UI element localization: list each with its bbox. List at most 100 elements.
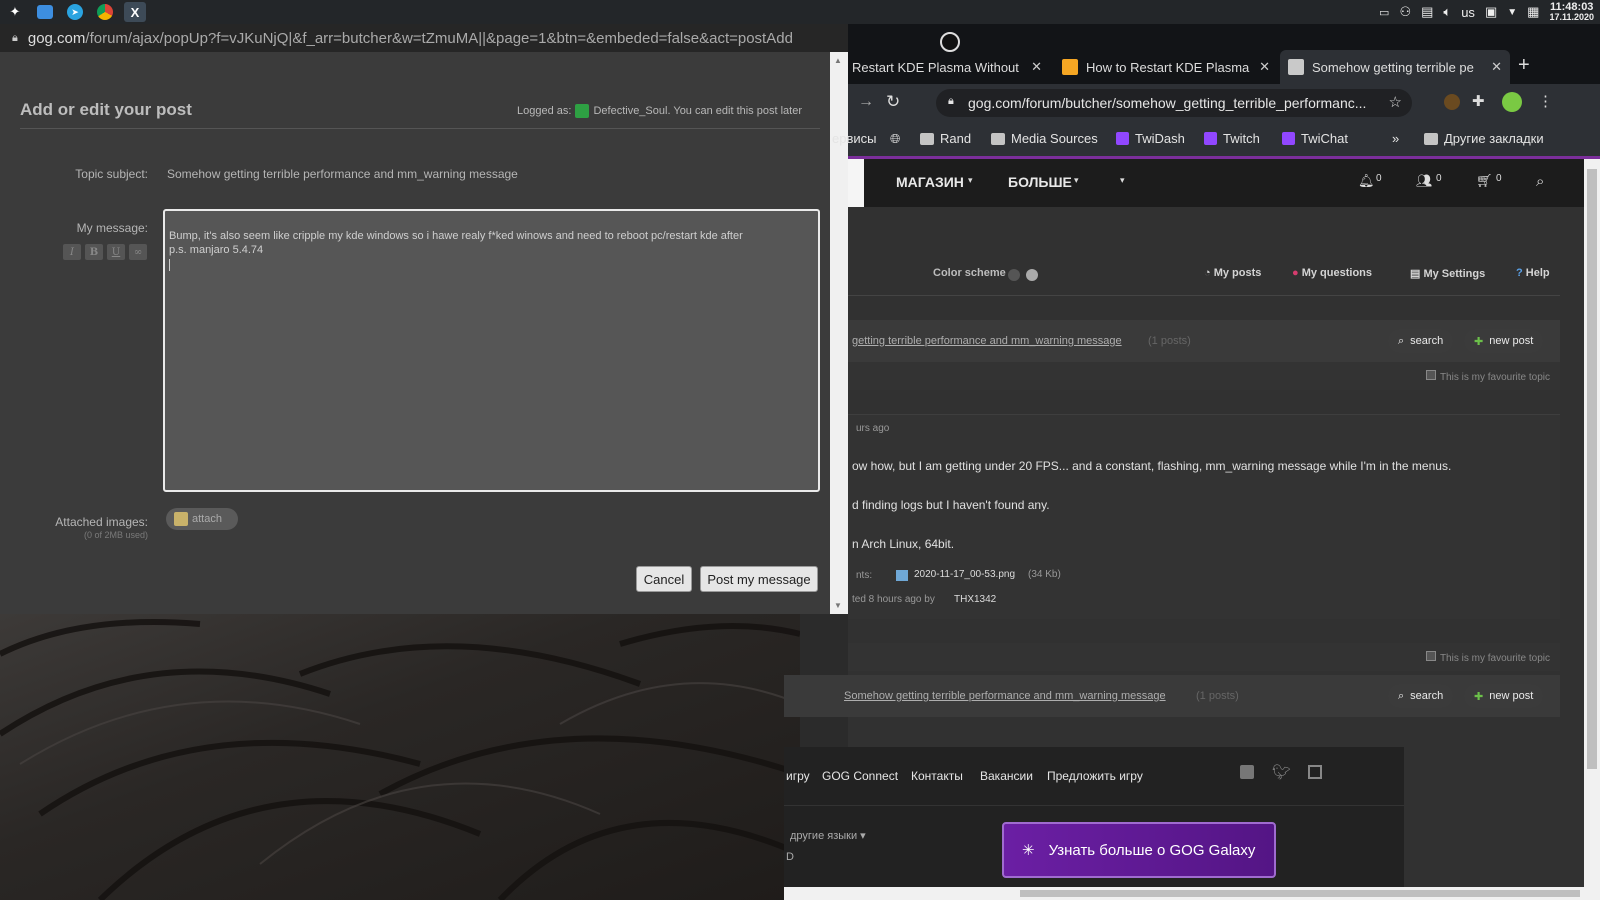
message-textarea[interactable]: Bump, it's also seem like cripple my kde… xyxy=(163,209,820,492)
bookmark-twitch[interactable]: Twitch xyxy=(1204,131,1260,146)
facebook-icon[interactable] xyxy=(1240,765,1254,779)
keyboard-layout[interactable]: us xyxy=(1461,5,1475,20)
twitter-icon[interactable]: 🐦︎ xyxy=(1272,763,1291,781)
footer-link[interactable]: игру xyxy=(786,769,810,783)
taskbar: ✦ ➤ X ▭ ⚇ ▤ 🔈︎ us ▣ ▼ ▦ 11:48:03 17.11.2… xyxy=(0,0,1600,24)
link-button[interactable]: ∞ xyxy=(129,244,147,260)
page-vertical-scrollbar[interactable] xyxy=(1584,159,1600,887)
my-settings-link[interactable]: ▤ My Settings xyxy=(1410,267,1485,280)
extension-icon-1[interactable] xyxy=(1444,94,1460,110)
popup-url-bar[interactable]: 🔒︎ gog.com/forum/ajax/popUp?f=vJKuNjQ|&f… xyxy=(0,24,848,52)
new-tab-button[interactable]: + xyxy=(1518,54,1530,77)
scroll-down-arrow[interactable]: ▼ xyxy=(834,601,842,610)
thread-title-link[interactable]: getting terrible performance and mm_warn… xyxy=(852,335,1122,347)
tab-restart-kde-1[interactable]: Restart KDE Plasma Without ✕ xyxy=(828,50,1050,84)
galaxy-button-label: Узнать больше о GOG Galaxy xyxy=(1048,841,1256,859)
favourite-topic-checkbox[interactable]: This is my favourite topic xyxy=(1425,370,1550,383)
bookmark-globe[interactable]: 🌐︎ xyxy=(890,131,900,147)
cart-icon[interactable]: 🛒︎ xyxy=(1476,173,1493,189)
color-scheme-light-toggle[interactable] xyxy=(1026,269,1038,281)
chevron-down-icon[interactable]: ▾ xyxy=(1120,175,1125,186)
footer-link-contacts[interactable]: Контакты xyxy=(911,769,963,783)
clipboard-icon[interactable]: ▤ xyxy=(1421,4,1433,20)
underline-button[interactable]: U xyxy=(107,244,125,260)
close-tab-icon[interactable]: ✕ xyxy=(1259,59,1270,75)
volume-icon[interactable]: 🔈︎ xyxy=(1443,4,1451,20)
bookmark-star-icon[interactable]: ☆ xyxy=(1389,93,1402,111)
file-manager-icon[interactable] xyxy=(37,5,53,19)
new-post-button[interactable]: ✚ new post xyxy=(1464,684,1544,708)
attached-images-label: Attached images: xyxy=(55,515,148,529)
thread-title-link[interactable]: Somehow getting terrible performance and… xyxy=(844,690,1166,702)
friends-icon[interactable]: 👥︎ xyxy=(1416,173,1433,189)
twitch-icon[interactable] xyxy=(1308,765,1322,779)
bold-button[interactable]: B xyxy=(85,244,103,260)
my-questions-link[interactable]: ● My questions xyxy=(1292,267,1372,279)
nav-store[interactable]: МАГАЗИН xyxy=(896,174,964,190)
x-app-icon[interactable]: X xyxy=(124,2,146,22)
bookmark-services[interactable]: ервисы xyxy=(832,131,876,146)
search-icon[interactable]: ⌕ xyxy=(1536,173,1544,190)
italic-button[interactable]: I xyxy=(63,244,81,260)
plus-icon: ✚ xyxy=(1474,690,1484,703)
search-button[interactable]: ⌕ search xyxy=(1388,329,1454,353)
menu-kebab-icon[interactable]: ⋮ xyxy=(1538,92,1553,110)
bookmark-label: TwiDash xyxy=(1135,131,1185,146)
divider xyxy=(20,128,820,129)
bookmark-rand[interactable]: Rand xyxy=(920,131,971,146)
bell-icon[interactable]: 🔔︎ xyxy=(1358,173,1375,189)
favourite-topic-checkbox[interactable]: This is my favourite topic xyxy=(1425,651,1550,664)
tab-label: Restart KDE Plasma Without xyxy=(852,59,1019,75)
my-posts-link[interactable]: ◔ My posts xyxy=(1204,267,1261,279)
user-switch-icon[interactable]: ⚇ xyxy=(1399,4,1411,20)
notif-count: 0 xyxy=(1376,173,1382,184)
thread-header-bottom: Somehow getting terrible performance and… xyxy=(784,675,1560,717)
profile-avatar[interactable] xyxy=(1502,92,1522,112)
cancel-button[interactable]: Cancel xyxy=(636,566,692,592)
help-icon: ? xyxy=(1516,267,1523,279)
new-post-button[interactable]: ✚ new post xyxy=(1464,329,1544,353)
gog-galaxy-button[interactable]: ✳ Узнать больше о GOG Galaxy xyxy=(1002,822,1276,878)
bookmark-other[interactable]: Другие закладки xyxy=(1424,131,1544,146)
favourite-row-top: This is my favourite topic xyxy=(848,362,1560,390)
bookmark-twichat[interactable]: TwiChat xyxy=(1282,131,1348,146)
forward-icon[interactable]: → xyxy=(858,93,874,111)
attachment-link[interactable]: 2020-11-17_00-53.png xyxy=(914,569,1015,580)
display-icon[interactable]: ▣ xyxy=(1485,4,1497,20)
post-message-button[interactable]: Post my message xyxy=(700,566,818,592)
close-tab-icon[interactable]: ✕ xyxy=(1031,59,1042,75)
tray-expand-icon[interactable]: ▼ xyxy=(1507,7,1517,18)
app-launcher-icon[interactable]: ✦ xyxy=(4,2,26,22)
address-bar[interactable]: 🔒︎ gog.com/forum/butcher/somehow_getting… xyxy=(936,89,1412,117)
color-scheme-dark-toggle[interactable] xyxy=(1008,269,1020,281)
close-tab-icon[interactable]: ✕ xyxy=(1491,59,1502,75)
clock[interactable]: 11:48:03 17.11.2020 xyxy=(1549,2,1594,23)
footer-link-gog-connect[interactable]: GOG Connect xyxy=(822,769,898,783)
nav-more[interactable]: БОЛЬШЕ xyxy=(1008,174,1072,190)
footer-link-jobs[interactable]: Вакансии xyxy=(980,769,1033,783)
footer-link-suggest-game[interactable]: Предложить игру xyxy=(1047,769,1143,783)
help-link[interactable]: ? Help xyxy=(1516,267,1550,279)
extensions-puzzle-icon[interactable]: ✚ xyxy=(1472,92,1485,110)
search-button[interactable]: ⌕ search xyxy=(1388,684,1454,708)
tab-strip: Restart KDE Plasma Without ✕ How to Rest… xyxy=(848,24,1600,84)
other-languages-dropdown[interactable]: другие языки ▾ xyxy=(790,829,866,842)
bookmarks-overflow[interactable]: » xyxy=(1392,131,1399,146)
bookmark-media-sources[interactable]: Media Sources xyxy=(991,131,1098,146)
search-label: search xyxy=(1410,335,1444,347)
tab-somehow-getting[interactable]: Somehow getting terrible pe ✕ xyxy=(1280,50,1510,84)
search-icon: ⌕ xyxy=(1398,689,1405,702)
page-horizontal-scrollbar[interactable] xyxy=(784,887,1600,900)
chrome-icon[interactable] xyxy=(97,4,113,20)
scroll-thumb[interactable] xyxy=(1587,169,1597,769)
reload-icon[interactable]: ↻ xyxy=(886,92,900,112)
calendar-icon[interactable]: ▦ xyxy=(1527,4,1539,20)
attach-button[interactable]: attach xyxy=(166,508,238,530)
tab-restart-kde-2[interactable]: How to Restart KDE Plasma ✕ xyxy=(1054,50,1278,84)
bookmark-twidash[interactable]: TwiDash xyxy=(1116,131,1185,146)
post-author[interactable]: THX1342 xyxy=(954,594,996,605)
logged-as-label: Logged as: xyxy=(517,105,572,117)
terminal-icon[interactable]: ▭ xyxy=(1379,6,1389,19)
telegram-icon[interactable]: ➤ xyxy=(67,4,83,20)
scroll-thumb[interactable] xyxy=(1020,890,1580,897)
